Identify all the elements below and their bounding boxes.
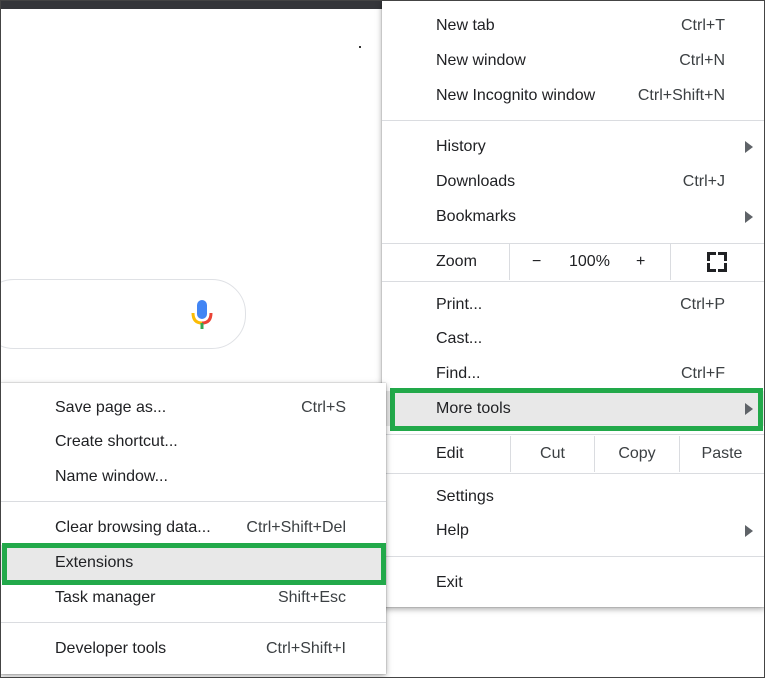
cut-button[interactable]: Cut (511, 436, 594, 472)
menu-item-label: Help (436, 521, 469, 539)
menu-item-shortcut: Ctrl+Shift+N (637, 86, 725, 104)
chevron-right-icon (745, 402, 753, 415)
menu-item-extensions[interactable]: Extensions (0, 545, 386, 580)
menu-item-developer-tools[interactable]: Developer tools Ctrl+Shift+I (0, 631, 386, 666)
menu-item-shortcut: Ctrl+Shift+I (265, 639, 346, 657)
menu-item-bookmarks[interactable]: Bookmarks (382, 199, 765, 234)
menu-item-label: Extensions (55, 553, 134, 571)
menu-item-label: Cast... (436, 329, 483, 347)
menu-item-label: New Incognito window (436, 86, 596, 104)
menu-item-downloads[interactable]: Downloads Ctrl+J (382, 164, 765, 199)
zoom-row: Zoom − 100% + (382, 244, 765, 280)
divider (509, 244, 510, 280)
menu-item-task-manager[interactable]: Task manager Shift+Esc (0, 580, 386, 615)
page-speck (359, 46, 361, 48)
menu-item-label: Task manager (55, 588, 156, 606)
edit-label: Edit (436, 445, 464, 462)
menu-item-label: History (436, 137, 486, 155)
menu-item-help[interactable]: Help (382, 513, 765, 548)
menu-item-label: Bookmarks (436, 207, 517, 225)
menu-item-label: Print... (436, 295, 483, 313)
menu-item-name-window[interactable]: Name window... (0, 459, 386, 494)
menu-item-label: Create shortcut... (55, 432, 178, 450)
zoom-label: Zoom (436, 253, 477, 270)
menu-separator (0, 501, 386, 502)
menu-item-settings[interactable]: Settings (382, 479, 765, 514)
chevron-right-icon (745, 210, 753, 223)
paste-button[interactable]: Paste (680, 436, 764, 472)
menu-separator (382, 434, 765, 435)
menu-item-find[interactable]: Find... Ctrl+F (382, 356, 765, 391)
menu-item-label: Find... (436, 364, 481, 382)
menu-item-shortcut: Ctrl+T (681, 16, 725, 34)
menu-separator (382, 120, 765, 121)
chrome-main-menu: New tab Ctrl+T New window Ctrl+N New Inc… (382, 0, 765, 607)
menu-item-new-tab[interactable]: New tab Ctrl+T (382, 8, 765, 43)
menu-item-label: Exit (436, 573, 463, 591)
menu-item-shortcut: Ctrl+J (682, 172, 725, 190)
divider (670, 244, 671, 280)
copy-button[interactable]: Copy (595, 436, 679, 472)
menu-item-label: New window (436, 51, 526, 69)
menu-item-new-window[interactable]: New window Ctrl+N (382, 43, 765, 78)
menu-item-label: Name window... (55, 467, 168, 485)
menu-item-label: Downloads (436, 172, 516, 190)
more-tools-submenu: Save page as... Ctrl+S Create shortcut..… (0, 383, 386, 674)
menu-item-label: Developer tools (55, 639, 167, 657)
menu-item-history[interactable]: History (382, 129, 765, 164)
menu-item-label: Save page as... (55, 398, 167, 416)
menu-item-shortcut: Ctrl+S (301, 398, 346, 416)
edit-row: Edit Cut Copy Paste (382, 436, 765, 472)
menu-item-label: Settings (436, 487, 494, 505)
menu-item-label: More tools (436, 399, 511, 417)
menu-item-create-shortcut[interactable]: Create shortcut... (0, 424, 386, 459)
menu-item-shortcut: Ctrl+Shift+Del (246, 518, 346, 536)
menu-separator (0, 622, 386, 623)
menu-separator (382, 473, 765, 474)
menu-item-exit[interactable]: Exit (382, 565, 765, 600)
zoom-level-value: 100% (569, 253, 610, 270)
menu-item-label: New tab (436, 16, 495, 34)
fullscreen-icon[interactable] (707, 252, 727, 272)
menu-item-label: Clear browsing data... (55, 518, 211, 536)
microphone-icon[interactable] (188, 298, 216, 332)
menu-item-clear-browsing-data[interactable]: Clear browsing data... Ctrl+Shift+Del (0, 510, 386, 545)
menu-separator (382, 281, 765, 282)
chevron-right-icon (745, 524, 753, 537)
menu-item-shortcut: Shift+Esc (277, 588, 346, 606)
zoom-in-button[interactable]: + (636, 253, 645, 271)
zoom-out-button[interactable]: − (532, 253, 541, 271)
menu-item-new-incognito-window[interactable]: New Incognito window Ctrl+Shift+N (382, 78, 765, 113)
menu-item-shortcut: Ctrl+F (681, 364, 725, 382)
menu-separator (382, 556, 765, 557)
menu-item-save-page-as[interactable]: Save page as... Ctrl+S (0, 390, 386, 425)
menu-item-shortcut: Ctrl+N (679, 51, 725, 69)
menu-item-more-tools[interactable]: More tools (382, 391, 765, 426)
chevron-right-icon (745, 140, 753, 153)
menu-item-cast[interactable]: Cast... (382, 321, 765, 356)
menu-item-print[interactable]: Print... Ctrl+P (382, 287, 765, 322)
menu-item-shortcut: Ctrl+P (680, 295, 725, 313)
